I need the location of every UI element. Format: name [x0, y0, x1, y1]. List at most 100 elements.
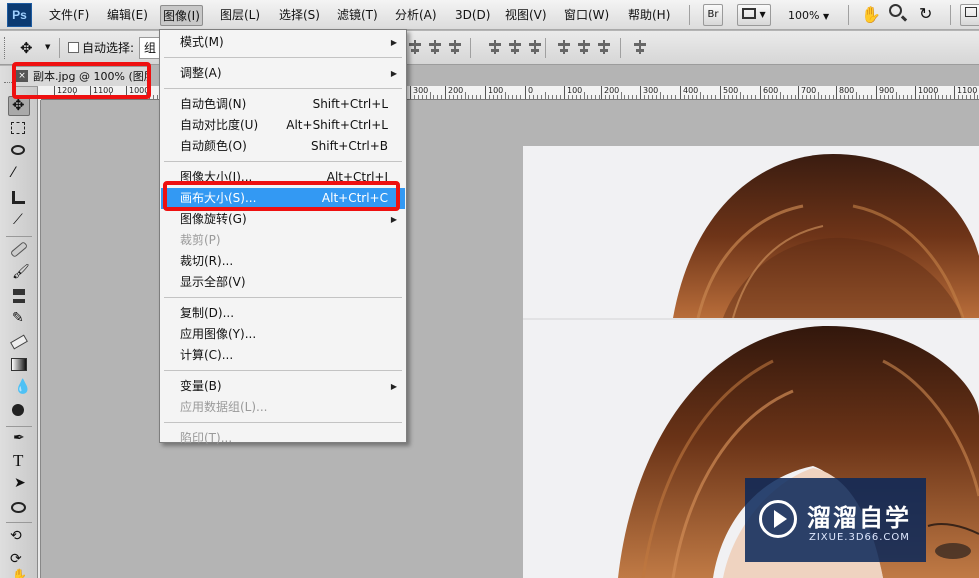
chevron-down-icon[interactable]: ▼ [45, 43, 50, 51]
dodge-icon [12, 404, 24, 416]
ruler-minor-tick [779, 92, 781, 99]
clone-stamp-tool[interactable] [8, 286, 30, 306]
menu-select[interactable]: 选择(S) [279, 5, 320, 26]
menu-item-o[interactable]: 自动颜色(O) Shift+Ctrl+B [161, 136, 405, 157]
menu-view[interactable]: 视图(V) [505, 5, 547, 26]
rotate-view-icon[interactable]: ↻ [919, 4, 932, 23]
shape-tool[interactable] [8, 498, 30, 518]
menu-image[interactable]: 图像(I) [160, 5, 203, 26]
menu-item-b[interactable]: 变量(B) ▶ [161, 376, 405, 397]
align-icon-bar [600, 49, 608, 52]
menu-bar: Ps 文件(F) 编辑(E) 图像(I) 图层(L) 选择(S) 滤镜(T) 分… [0, 0, 979, 30]
crop-tool[interactable] [8, 188, 30, 208]
align-icon-bar [560, 49, 568, 52]
type-tool[interactable]: T [8, 451, 30, 472]
align-icon[interactable] [577, 40, 591, 54]
ruler-minor-tick [918, 95, 920, 99]
ruler-minor-tick [711, 95, 713, 99]
ruler-minor-tick [795, 95, 797, 99]
screen-mode-button[interactable]: ▼ [737, 4, 771, 26]
ruler-minor-tick [851, 95, 853, 99]
ruler-minor-tick [604, 95, 606, 99]
menu-item-y[interactable]: 应用图像(Y)... [161, 324, 405, 345]
dodge-tool[interactable] [8, 401, 30, 421]
ruler-minor-tick [476, 95, 478, 99]
menu-item-g[interactable]: 图像旋转(G) ▶ [161, 209, 405, 230]
blur-tool[interactable]: 💧 [8, 378, 31, 398]
healing-brush-tool[interactable] [8, 240, 30, 260]
menu-item-d[interactable]: 复制(D)... [161, 303, 405, 324]
bridge-button[interactable]: Br [703, 4, 723, 26]
menu-item-r[interactable]: 裁切(R)... [161, 251, 405, 272]
hand-tool-icon[interactable]: ✋ [861, 5, 881, 24]
menu-item-shortcut: Shift+Ctrl+L [312, 97, 388, 111]
ruler-minor-tick [421, 95, 423, 99]
move-tool[interactable]: ✥ [8, 96, 30, 116]
menu-layer[interactable]: 图层(L) [220, 5, 260, 26]
pen-tool[interactable]: ✒ [8, 430, 30, 450]
menu-analysis[interactable]: 分析(A) [395, 5, 437, 26]
ruler-minor-tick [647, 95, 649, 99]
menu-item-n[interactable]: 自动色调(N) Shift+Ctrl+L [161, 94, 405, 115]
ruler-minor-tick [743, 95, 745, 99]
pen-icon: ✒ [13, 430, 25, 446]
gradient-tool[interactable] [8, 355, 30, 375]
align-icon[interactable] [448, 40, 462, 54]
arrange-documents-button[interactable] [960, 4, 979, 26]
ruler-minor-tick [643, 95, 645, 99]
ruler-minor-tick [821, 95, 823, 99]
zoom-tool-icon[interactable] [889, 4, 902, 17]
zoom-handle-icon [900, 15, 908, 22]
magic-wand-tool[interactable]: ⁄ [8, 165, 30, 185]
hand-icon: ✋ [12, 568, 27, 578]
menu-item-c[interactable]: 计算(C)... [161, 345, 405, 366]
menu-window[interactable]: 窗口(W) [564, 5, 609, 26]
align-icon[interactable] [488, 40, 502, 54]
3d-rotate-tool[interactable]: ⟲ [8, 526, 30, 546]
path-selection-tool[interactable]: ➤ [8, 475, 30, 495]
marquee-tool[interactable] [8, 119, 30, 139]
orbit-icon: ⟳ [10, 551, 22, 567]
3d-orbit-tool[interactable]: ⟳ [8, 549, 30, 569]
menu-separator [164, 161, 402, 162]
menu-filter[interactable]: 滤镜(T) [337, 5, 378, 26]
menu-item-label: 显示全部(V) [180, 275, 246, 289]
menu-item-v[interactable]: 显示全部(V) [161, 272, 405, 293]
magic-wand-icon: ⁄ [12, 165, 15, 181]
menu-file[interactable]: 文件(F) [49, 5, 89, 26]
ruler-minor-tick [548, 95, 550, 99]
auto-select-checkbox[interactable] [68, 42, 79, 53]
ruler-minor-tick [751, 95, 753, 99]
zoom-level[interactable]: 100% ▼ [788, 5, 829, 26]
eyedropper-tool[interactable]: ⟋ [8, 211, 30, 231]
ruler-minor-tick [747, 95, 749, 99]
align-icon[interactable] [557, 40, 571, 54]
history-brush-tool[interactable]: ✎ [8, 309, 30, 329]
menu-item-label: 自动色调(N) [180, 97, 247, 111]
align-icon[interactable] [428, 40, 442, 54]
ruler-minor-tick [488, 95, 490, 99]
menu-edit[interactable]: 编辑(E) [107, 5, 148, 26]
ruler-minor-tick [707, 95, 709, 99]
ruler-minor-tick [460, 95, 462, 99]
hand-tool[interactable]: ✋ [8, 568, 30, 578]
eraser-tool[interactable] [8, 332, 30, 352]
menu-3d[interactable]: 3D(D) [455, 5, 490, 26]
menu-help[interactable]: 帮助(H) [628, 5, 670, 26]
align-icon[interactable] [508, 40, 522, 54]
ruler-minor-tick [763, 95, 765, 99]
align-icon-bar [489, 43, 501, 46]
align-icon[interactable] [633, 40, 647, 54]
menu-item-m[interactable]: 模式(M) ▶ [161, 32, 405, 53]
align-icon[interactable] [597, 40, 611, 54]
align-icon[interactable] [528, 40, 542, 54]
move-tool-preset-icon[interactable]: ✥ [20, 39, 33, 57]
marquee-icon [11, 122, 25, 134]
align-icon[interactable] [408, 40, 422, 54]
menu-item-u[interactable]: 自动对比度(U) Alt+Shift+Ctrl+L [161, 115, 405, 136]
brush-tool[interactable]: 🖌 [8, 263, 30, 283]
lasso-tool[interactable] [8, 142, 30, 162]
3d-rotate-icon: ⟲ [10, 528, 22, 544]
menu-item-a[interactable]: 调整(A) ▶ [161, 63, 405, 84]
ruler-minor-tick [843, 95, 845, 99]
